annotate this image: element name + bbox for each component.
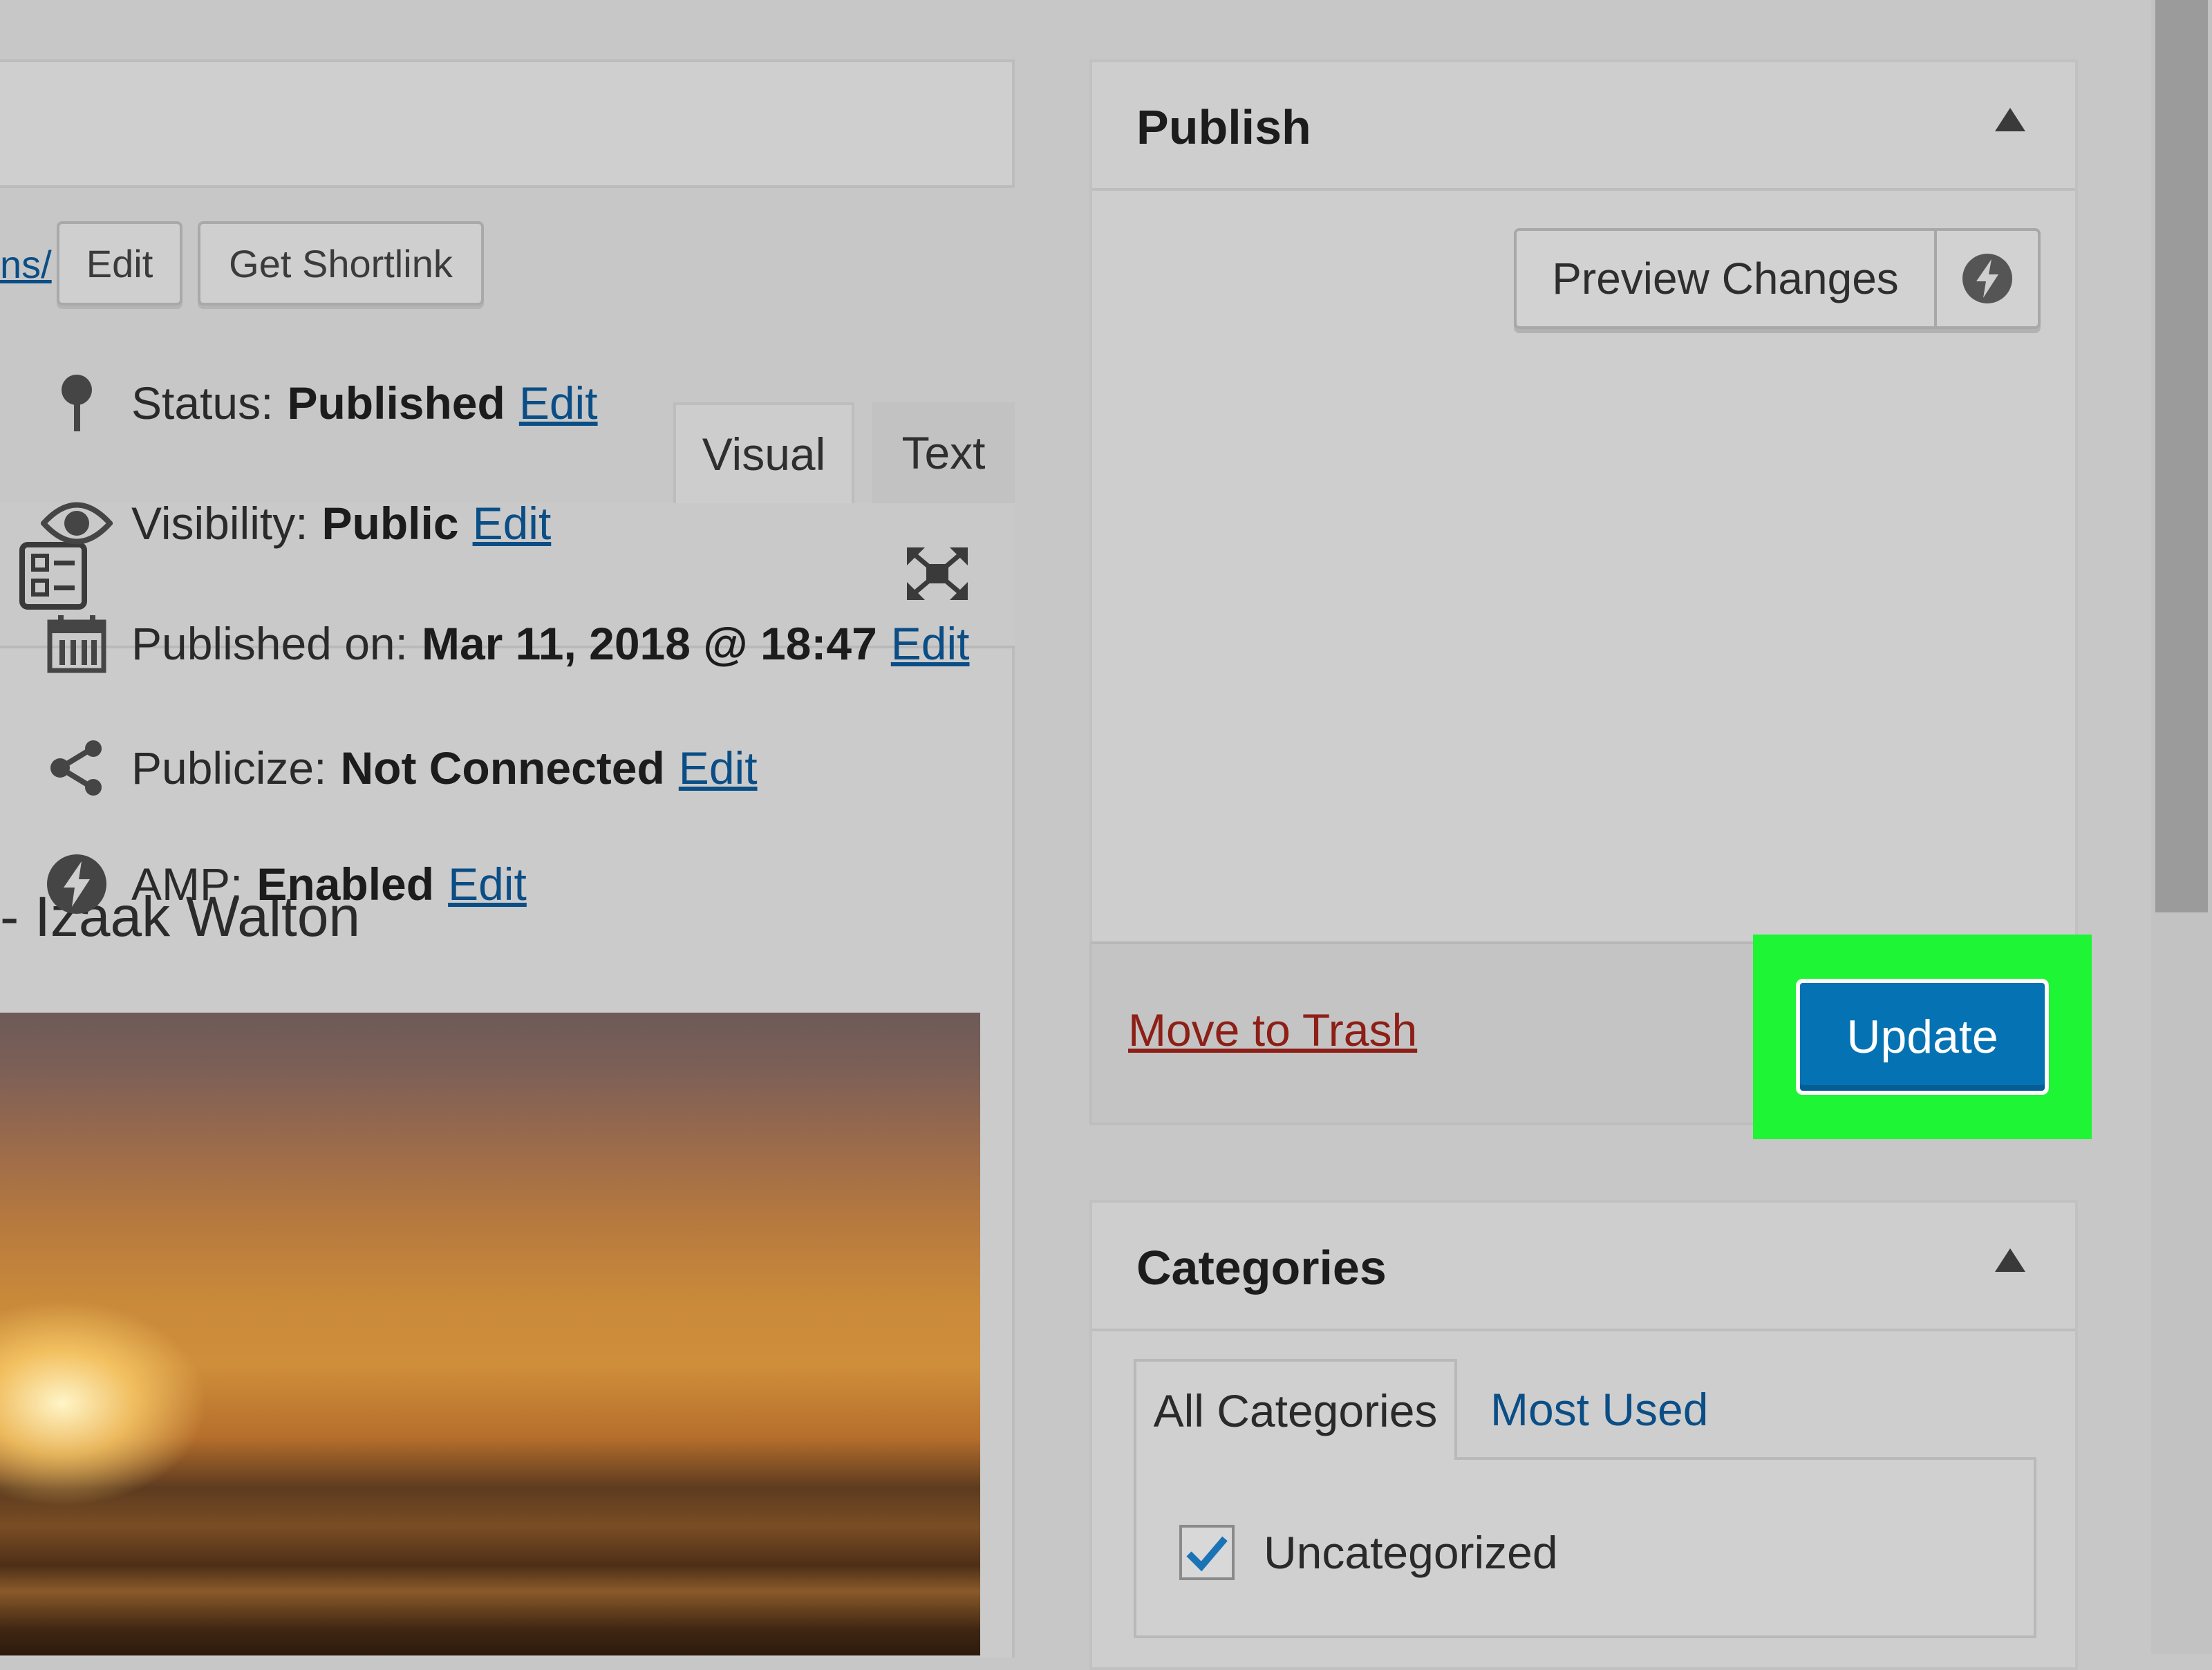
share-icon — [39, 730, 115, 806]
published-on-row: Published on: Mar 11, 2018 @ 18:47 Edit — [39, 606, 970, 682]
checkmark-icon — [1186, 1536, 1228, 1572]
eye-icon — [39, 485, 115, 561]
published-on-edit-link[interactable]: Edit — [891, 617, 970, 670]
categories-box-header: Categories — [1092, 1203, 2075, 1331]
collapse-arrow-icon[interactable] — [1995, 108, 2025, 131]
get-shortlink-button[interactable]: Get Shortlink — [198, 221, 484, 306]
uncategorized-checkbox[interactable] — [1179, 1525, 1235, 1580]
fullscreen-icon[interactable] — [906, 546, 969, 601]
calendar-icon — [39, 606, 115, 682]
lightning-icon — [1962, 254, 2012, 303]
tab-all-categories[interactable]: All Categories — [1134, 1359, 1457, 1460]
tab-text[interactable]: Text — [872, 402, 1015, 503]
collapse-arrow-icon[interactable] — [1995, 1248, 2025, 1272]
amp-value: Enabled — [256, 859, 435, 910]
pin-icon — [39, 365, 115, 441]
publicize-value: Not Connected — [340, 742, 665, 794]
permalink-edit-button[interactable]: Edit — [57, 221, 182, 306]
publish-box-header: Publish — [1092, 62, 2075, 191]
published-on-value: Mar 11, 2018 @ 18:47 — [421, 618, 877, 669]
status-edit-link[interactable]: Edit — [519, 377, 598, 429]
visibility-value: Public — [321, 498, 459, 549]
publish-box: Publish — [1089, 59, 2078, 944]
move-to-trash-link[interactable]: Move to Trash — [1128, 1004, 1417, 1056]
categories-title: Categories — [1136, 1241, 1387, 1295]
publicize-row: Publicize: Not Connected Edit — [39, 730, 758, 806]
visibility-edit-link[interactable]: Edit — [473, 497, 552, 550]
tab-most-used[interactable]: Most Used — [1490, 1359, 1708, 1460]
preview-changes-button[interactable]: Preview Changes — [1517, 231, 1937, 326]
update-button[interactable]: Update — [1796, 979, 2049, 1095]
tab-visual[interactable]: Visual — [673, 402, 854, 503]
publicize-edit-link[interactable]: Edit — [679, 742, 758, 794]
status-value: Published — [287, 377, 505, 429]
visibility-row: Visibility: Public Edit — [39, 485, 551, 561]
amp-row: AMP: Enabled Edit — [39, 846, 527, 922]
post-title-input[interactable] — [0, 59, 1015, 188]
category-label: Uncategorized — [1264, 1527, 1558, 1578]
publish-title: Publish — [1136, 100, 1311, 154]
amp-preview-button[interactable] — [1937, 231, 2038, 326]
permalink-link[interactable]: ns/ — [0, 242, 52, 287]
amp-lightning-icon — [39, 846, 115, 922]
preview-group: Preview Changes — [1514, 228, 2041, 329]
status-row: Status: Published Edit — [39, 365, 598, 441]
amp-edit-link[interactable]: Edit — [448, 858, 527, 910]
scrollbar-thumb[interactable] — [2155, 0, 2208, 912]
